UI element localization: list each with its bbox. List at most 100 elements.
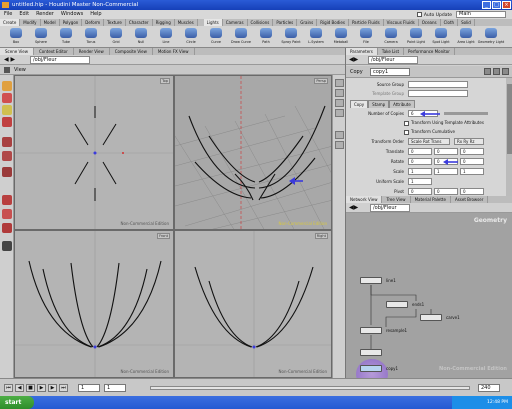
viewport-right[interactable]: Right Non-Commercial Edition bbox=[174, 230, 332, 378]
info-icon[interactable] bbox=[502, 68, 509, 75]
view-tool-icon[interactable] bbox=[2, 167, 12, 177]
viewport-persp-label[interactable]: Persp bbox=[314, 78, 328, 84]
maximize-button[interactable]: □ bbox=[492, 1, 501, 9]
shelf-tab-viscous-fluids[interactable]: Viscous Fluids bbox=[384, 19, 419, 26]
translate-z-field[interactable]: 0 bbox=[460, 148, 484, 155]
scale-x-field[interactable]: 1 bbox=[408, 168, 432, 175]
shelf-tab-cameras[interactable]: Cameras bbox=[223, 19, 248, 26]
play-button[interactable]: ▶ bbox=[37, 384, 46, 392]
network-node-carve1[interactable]: carve1 bbox=[420, 314, 460, 321]
menu-edit[interactable]: Edit bbox=[19, 10, 29, 19]
shelf-tab-model[interactable]: Model bbox=[41, 19, 60, 26]
move-tool-icon[interactable] bbox=[2, 93, 12, 103]
parm-transform-using-attributes[interactable]: Transform Using Template Attributes bbox=[404, 120, 484, 126]
shelf-tab-muscles[interactable]: Muscles bbox=[175, 19, 198, 26]
shelf-tool-draw-curve[interactable]: Draw Curve bbox=[229, 26, 253, 48]
step-back-button[interactable]: ◀ bbox=[15, 384, 24, 392]
snap-tool-icon[interactable] bbox=[2, 195, 12, 205]
display-options-icon[interactable] bbox=[2, 241, 12, 251]
display-points-icon[interactable] bbox=[335, 99, 344, 107]
viewport-top[interactable]: Top Non-Commercial Edition bbox=[14, 75, 174, 230]
network-node-copy1[interactable]: copy1 bbox=[360, 365, 398, 372]
gear-icon[interactable] bbox=[484, 68, 491, 75]
minimize-button[interactable]: _ bbox=[482, 1, 491, 9]
shelf-tab-deform[interactable]: Deform bbox=[82, 19, 105, 26]
shelf-tool-area-light[interactable]: Area Light bbox=[454, 26, 478, 48]
shelf-tab-modify[interactable]: Modify bbox=[20, 19, 41, 26]
rotate-tool-icon[interactable] bbox=[2, 105, 12, 115]
tab-asset-browser[interactable]: Asset Browser bbox=[451, 196, 489, 203]
parameter-path-field[interactable]: /obj/Fleur bbox=[368, 56, 418, 64]
timeline-slider[interactable] bbox=[150, 386, 470, 390]
shelf-tab-particles[interactable]: Particles bbox=[273, 19, 298, 26]
network-path-field[interactable]: /obj/Fleur bbox=[370, 204, 410, 212]
shelf-tool-sphere[interactable]: Sphere bbox=[29, 26, 53, 48]
shelf-tool-spray-paint[interactable]: Spray Paint bbox=[279, 26, 303, 48]
shelf-tab-texture[interactable]: Texture bbox=[104, 19, 126, 26]
brush-tool-icon[interactable] bbox=[2, 223, 12, 233]
tab-parameters[interactable]: Parameters bbox=[346, 48, 378, 55]
network-node-resample1[interactable]: resample1 bbox=[360, 327, 407, 334]
scale-tool-icon[interactable] bbox=[2, 117, 12, 127]
help-icon[interactable] bbox=[493, 68, 500, 75]
jump-end-button[interactable]: ⏭ bbox=[59, 384, 68, 392]
tab-network-view[interactable]: Network View bbox=[346, 196, 383, 203]
pose-tool-icon[interactable] bbox=[2, 151, 12, 161]
display-normals-icon[interactable] bbox=[335, 109, 344, 117]
viewport-front[interactable]: Front Non-Commercial Edition bbox=[14, 230, 174, 378]
rotate-order-select[interactable]: Rx Ry Rz bbox=[454, 138, 484, 145]
parameter-scroll-thumb[interactable] bbox=[507, 84, 512, 154]
network-node-line1[interactable]: line1 bbox=[360, 277, 396, 284]
tab-motion-fx-view[interactable]: Motion FX View bbox=[153, 48, 195, 55]
transform-order-select[interactable]: Scale Rot Trans bbox=[408, 138, 450, 145]
shelf-tool-camera[interactable]: Camera bbox=[379, 26, 403, 48]
pivot-z-field[interactable]: 0 bbox=[460, 188, 484, 195]
shelf-tool-torus[interactable]: Torus bbox=[79, 26, 103, 48]
shelf-tab-grains[interactable]: Grains bbox=[297, 19, 318, 26]
parm-transform-cumulative[interactable]: Transform Cumulative bbox=[404, 129, 455, 135]
paint-tool-icon[interactable] bbox=[2, 209, 12, 219]
tab-tree-view[interactable]: Tree View bbox=[382, 196, 411, 203]
display-camera-icon[interactable] bbox=[335, 141, 344, 149]
tab-take-list[interactable]: Take List bbox=[378, 48, 405, 55]
shelf-tool-curve[interactable]: Curve bbox=[204, 26, 228, 48]
pivot-y-field[interactable]: 0 bbox=[434, 188, 458, 195]
shelf-tab-collisions[interactable]: Collisions bbox=[248, 19, 274, 26]
copies-slider[interactable] bbox=[444, 112, 488, 115]
tab-context-editor[interactable]: Context Editor bbox=[34, 48, 74, 55]
shelf-tool-path[interactable]: Path bbox=[254, 26, 278, 48]
source-group-field[interactable] bbox=[408, 81, 468, 88]
shelf-tool-l-system[interactable]: L-System bbox=[304, 26, 328, 48]
shelf-tool-null[interactable]: Null bbox=[129, 26, 153, 48]
select-tool-icon[interactable] bbox=[2, 81, 12, 91]
shelf-tab-solid[interactable]: Solid bbox=[458, 19, 475, 26]
menu-file[interactable]: File bbox=[4, 10, 12, 19]
tab-render-view[interactable]: Render View bbox=[74, 48, 110, 55]
shelf-tab-particle-fluids[interactable]: Particle Fluids bbox=[349, 19, 384, 26]
tab-scene-view[interactable]: Scene View bbox=[0, 48, 34, 55]
subtab-copy[interactable]: Copy bbox=[350, 100, 369, 108]
subtab-stamp[interactable]: Stamp bbox=[368, 100, 390, 108]
end-frame-field[interactable]: 240 bbox=[478, 384, 500, 392]
viewport-top-label[interactable]: Top bbox=[160, 78, 170, 84]
shelf-tool-tube[interactable]: Tube bbox=[54, 26, 78, 48]
network-back-forward-icon[interactable]: ◀▶ bbox=[349, 204, 358, 211]
shelf-tab-polygon[interactable]: Polygon bbox=[60, 19, 83, 26]
shelf-tool-spot-light[interactable]: Spot Light bbox=[429, 26, 453, 48]
shelf-tab-rigging[interactable]: Rigging bbox=[153, 19, 175, 26]
subtab-attribute[interactable]: Attribute bbox=[389, 100, 415, 108]
template-group-field[interactable] bbox=[408, 90, 468, 97]
start-button[interactable]: start bbox=[0, 396, 34, 409]
shelf-tab-oceans[interactable]: Oceans bbox=[419, 19, 441, 26]
tab-material-palette[interactable]: Material Palette bbox=[411, 196, 451, 203]
transform-using-attributes-checkbox[interactable] bbox=[404, 120, 409, 126]
shelf-tab-character[interactable]: Character bbox=[126, 19, 153, 26]
display-grid-icon[interactable] bbox=[335, 131, 344, 139]
rotate-z-field[interactable]: 0 bbox=[460, 158, 484, 165]
menu-render[interactable]: Render bbox=[36, 10, 54, 19]
shelf-tool-point-light[interactable]: Point Light bbox=[404, 26, 428, 48]
menu-help[interactable]: Help bbox=[90, 10, 101, 19]
back-forward-icon[interactable]: ◀ ▶ bbox=[4, 56, 15, 63]
network-node-ends1[interactable]: ends1 bbox=[386, 301, 424, 308]
jump-start-button[interactable]: ⏮ bbox=[4, 384, 13, 392]
